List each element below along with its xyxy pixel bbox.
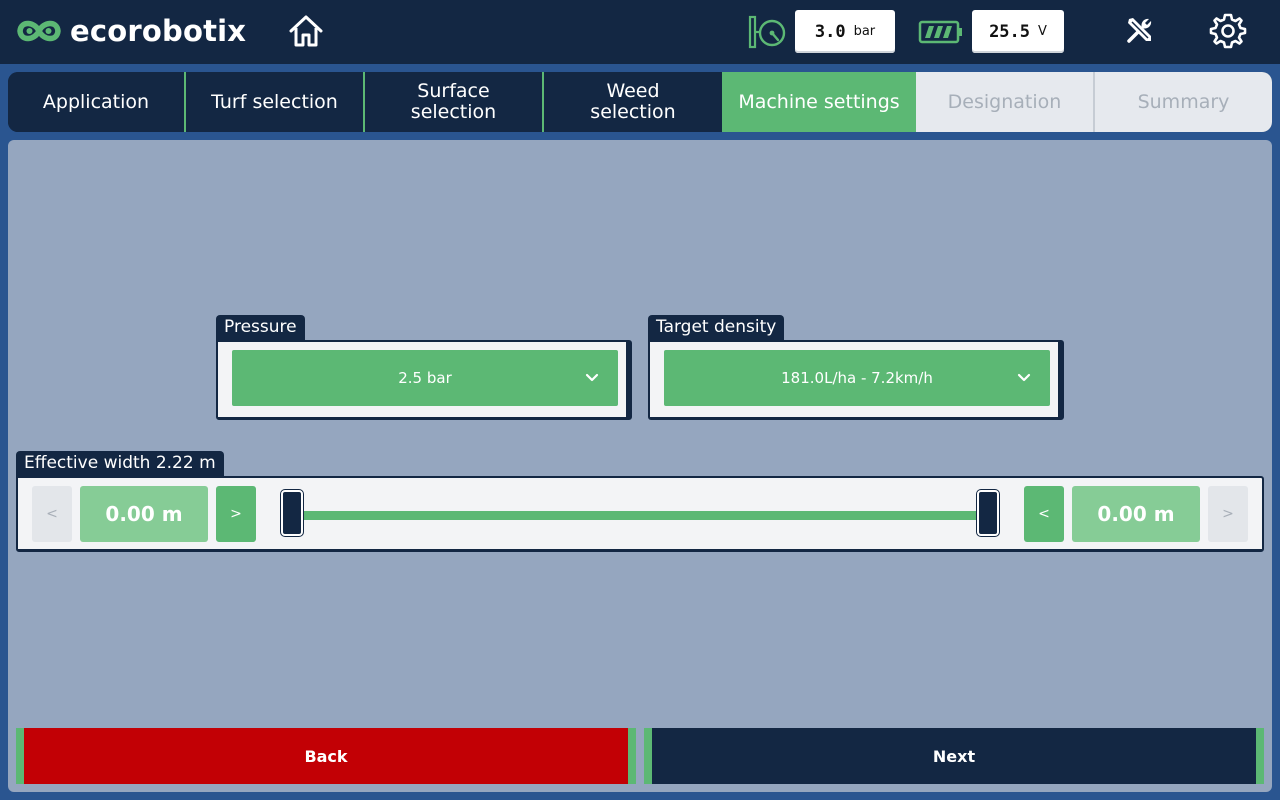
target-density-selected: 181.0L/ha - 7.2km/h [781,369,933,387]
gear-icon [1209,13,1247,49]
pressure-readout: 3.0 bar [795,10,895,53]
tab-label: Turf selection [211,90,338,113]
tab-label: Weed selection [590,80,676,123]
left-width-value: 0.00 m [80,486,208,542]
logo-icon [17,20,61,42]
chevron-down-icon [1017,373,1031,382]
pressure-dropdown[interactable]: 2.5 bar [232,350,618,406]
width-slider-right-handle[interactable] [977,490,999,536]
chevron-down-icon [585,373,599,382]
right-width-value: 0.00 m [1072,486,1200,542]
voltage-value: 25.5 [989,21,1031,42]
left-decrease-button[interactable]: < [32,486,72,542]
pressure-value: 3.0 [814,21,846,42]
wizard-tabs: Application Turf selection Surface selec… [8,72,1272,132]
home-icon [289,15,323,47]
tab-designation: Designation [916,72,1095,132]
width-slider-left-handle[interactable] [281,490,303,536]
tab-application[interactable]: Application [8,72,186,132]
pressure-label: Pressure [216,315,305,341]
effective-width-label: Effective width 2.22 m [16,451,224,477]
voltage-readout: 25.5 V [972,10,1064,53]
next-button[interactable]: Next [644,728,1264,784]
brand-logo: ecorobotix [16,14,246,48]
tab-label: Summary [1137,90,1230,113]
tab-weed-selection[interactable]: Weed selection [544,72,722,132]
tab-summary: Summary [1095,72,1272,132]
tab-surface-selection[interactable]: Surface selection [365,72,544,132]
tab-label: Machine settings [738,90,900,113]
home-button[interactable] [288,14,324,48]
tab-label: Application [42,90,150,113]
voltage-unit: V [1038,24,1047,39]
tab-turf-selection[interactable]: Turf selection [186,72,365,132]
tools-icon [1127,18,1152,43]
target-density-label: Target density [648,315,785,341]
back-button[interactable]: Back [16,728,636,784]
pressure-unit: bar [853,24,876,39]
pressure-field: 2.5 bar [216,340,632,420]
tab-machine-settings[interactable]: Machine settings [722,72,916,132]
tools-button[interactable] [1124,14,1156,46]
brand-name: ecorobotix [70,14,247,48]
right-increase-button[interactable]: > [1208,486,1248,542]
effective-width-field: < 0.00 m > < 0.00 m > [16,476,1264,552]
settings-button[interactable] [1209,12,1247,50]
width-slider-track[interactable] [294,511,980,520]
pressure-gauge-icon [748,14,788,50]
top-bar: ecorobotix 3.0 bar 25.5 V [0,0,1280,64]
target-density-field: 181.0L/ha - 7.2km/h [648,340,1064,420]
tab-label: Surface selection [410,80,497,123]
tab-label: Designation [947,90,1062,113]
battery-icon [918,20,964,44]
target-density-dropdown[interactable]: 181.0L/ha - 7.2km/h [664,350,1050,406]
right-decrease-button[interactable]: < [1024,486,1064,542]
pressure-selected: 2.5 bar [398,369,452,387]
left-increase-button[interactable]: > [216,486,256,542]
